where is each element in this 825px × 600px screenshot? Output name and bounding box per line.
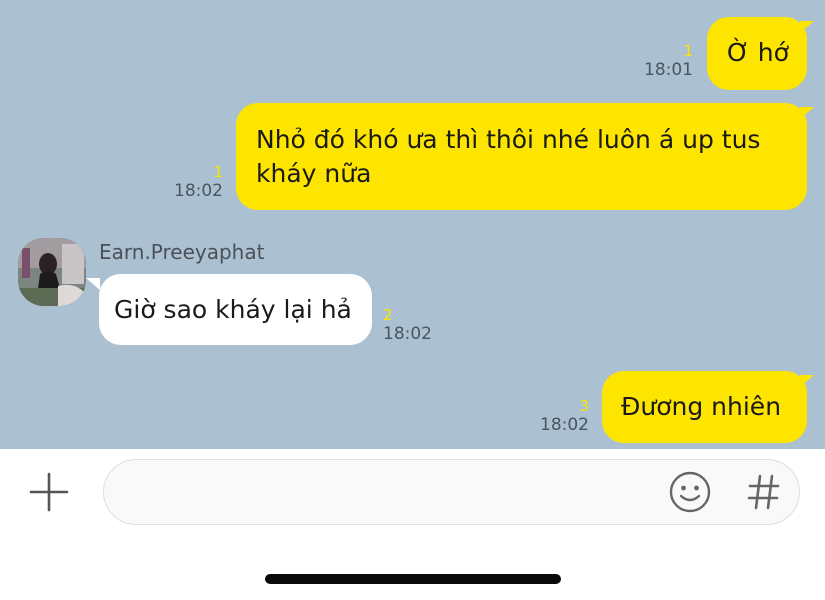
message-time: 18:01 <box>644 60 693 80</box>
bubble-tail <box>800 21 814 33</box>
message-text: Ờ hớ <box>727 38 789 67</box>
chat-area[interactable]: 1 18:01 Ờ hớ 1 18:02 Nhỏ đó khó ưa thì t… <box>0 0 825 449</box>
add-attachment-button[interactable] <box>28 471 70 513</box>
message-time: 18:02 <box>540 415 589 435</box>
home-indicator[interactable] <box>265 574 561 584</box>
bubble-tail <box>800 107 814 119</box>
message-text: Nhỏ đó khó ưa thì thôi nhé luôn á up tus… <box>256 125 761 188</box>
unread-count: 1 <box>683 42 693 60</box>
bubble-tail <box>86 278 100 290</box>
hash-icon <box>747 474 780 510</box>
unread-count: 3 <box>579 397 589 415</box>
sender-name[interactable]: Earn.Preeyaphat <box>99 240 264 264</box>
message-meta: 2 18:02 <box>383 306 432 344</box>
outgoing-message-bubble[interactable]: Ờ hớ <box>707 17 807 90</box>
message-time: 18:02 <box>174 181 223 201</box>
message-meta: 3 18:02 <box>540 397 589 435</box>
emoji-button[interactable] <box>668 470 712 514</box>
plus-icon <box>29 472 69 512</box>
message-text: Giờ sao kháy lại hả <box>114 295 352 324</box>
hashtag-button[interactable] <box>744 470 784 514</box>
unread-count: 2 <box>383 306 393 324</box>
message-time: 18:02 <box>383 324 432 344</box>
outgoing-message-bubble[interactable]: Đương nhiên <box>602 371 807 443</box>
message-text: Đương nhiên <box>621 392 782 421</box>
outgoing-message-bubble[interactable]: Nhỏ đó khó ưa thì thôi nhé luôn á up tus… <box>236 103 807 210</box>
message-meta: 1 18:01 <box>644 42 693 80</box>
message-meta: 1 18:02 <box>174 163 223 201</box>
message-input[interactable] <box>128 472 652 514</box>
incoming-message-bubble[interactable]: Giờ sao kháy lại hả <box>99 274 372 345</box>
unread-count: 1 <box>213 163 223 181</box>
smiley-icon <box>669 471 711 513</box>
avatar[interactable] <box>18 238 86 306</box>
bubble-tail <box>800 375 814 387</box>
